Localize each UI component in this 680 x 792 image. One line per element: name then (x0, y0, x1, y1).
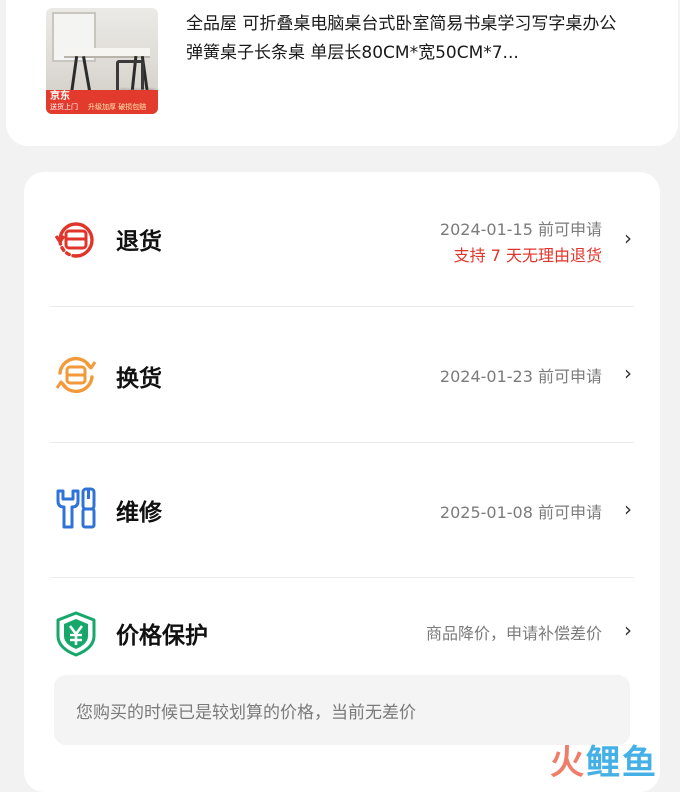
service-label: 退货 (116, 229, 162, 255)
chevron-right-icon: › (624, 361, 632, 385)
return-icon (52, 216, 100, 264)
watermark-logo: 火鲤鱼 (550, 735, 658, 784)
exchange-icon (52, 351, 100, 399)
price-protect-icon (52, 610, 100, 658)
service-row-exchange[interactable]: 换货 2024-01-23 前可申请 › (24, 307, 660, 442)
thumb-brand: 京东 (50, 91, 70, 102)
product-card[interactable]: 展开即用 京东 送货上门 升级加厚 破损包赔 全品屋 可折叠桌电脑桌台式卧室简易… (6, 0, 678, 146)
service-description: 商品降价，申请补偿差价 (425, 624, 602, 643)
service-label: 换货 (116, 366, 162, 392)
chevron-right-icon: › (624, 497, 632, 521)
service-row-repair[interactable]: 维修 2025-01-08 前可申请 › (24, 443, 660, 578)
watermark-part1: 火 (550, 743, 586, 783)
service-deadline: 2024-01-23 前可申请 (439, 367, 602, 386)
service-label: 价格保护 (116, 623, 208, 649)
return-policy-note: 支持 7 天无理由退货 (453, 246, 602, 265)
service-row-return[interactable]: 退货 2024-01-15 前可申请 支持 7 天无理由退货 › (24, 172, 660, 307)
chevron-right-icon: › (624, 226, 632, 250)
notice-text: 您购买的时候已是较划算的价格，当前无差价 (76, 703, 416, 723)
deadline-text: 2024-01-15 前可申请 (439, 220, 602, 239)
price-status-notice: 您购买的时候已是较划算的价格，当前无差价 (54, 675, 630, 745)
watermark-part2: 鲤鱼 (586, 743, 658, 783)
product-thumbnail[interactable]: 展开即用 京东 送货上门 升级加厚 破损包赔 (46, 8, 158, 114)
thumb-delivery: 送货上门 (50, 103, 78, 111)
thumb-promo: 升级加厚 破损包赔 (88, 103, 147, 111)
service-deadline: 2024-01-15 前可申请 支持 7 天无理由退货 (440, 216, 602, 266)
product-title[interactable]: 全品屋 可折叠桌电脑桌台式卧室简易书桌学习写字桌办公弹簧桌子长条桌 单层长80C… (186, 10, 626, 68)
after-sales-card: 退货 2024-01-15 前可申请 支持 7 天无理由退货 › 换货 2024… (24, 172, 660, 792)
repair-icon (52, 485, 100, 533)
chevron-right-icon: › (624, 618, 632, 642)
service-deadline: 2025-01-08 前可申请 (439, 503, 602, 522)
service-label: 维修 (116, 500, 162, 526)
